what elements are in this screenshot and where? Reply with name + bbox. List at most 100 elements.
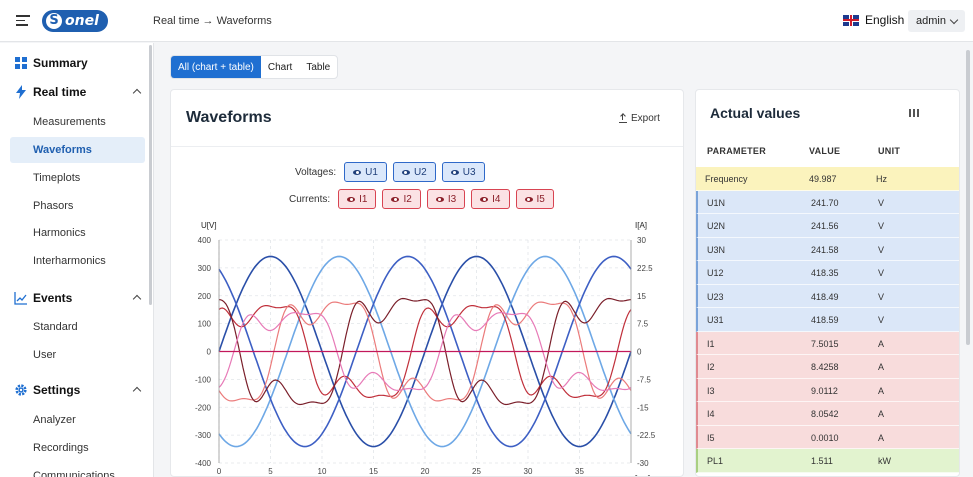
sidebar-item-standard[interactable]: Standard [10, 314, 145, 340]
table-row: U2N 241.56 V [696, 214, 959, 238]
row-value: 418.35 [811, 268, 839, 278]
logo-mark: S [46, 12, 62, 29]
table-row: Frequency 49.987 Hz [696, 167, 959, 191]
page-scrollbar[interactable] [966, 50, 970, 345]
sidebar-item-measurements[interactable]: Measurements [10, 109, 145, 135]
sidebar-group-label: Events [33, 291, 73, 305]
row-parameter: Frequency [705, 174, 748, 184]
row-value: 1.511 [811, 456, 833, 466]
row-parameter: U2N [707, 221, 726, 231]
y-right-tick-label: -30 [637, 459, 649, 468]
row-parameter: U3N [707, 244, 726, 255]
chart-line-icon [14, 292, 27, 305]
sidebar-group-real-time[interactable]: Real time [0, 79, 150, 105]
row-parameter: I4 [707, 409, 715, 419]
y-left-tick-label: -400 [195, 459, 212, 468]
sidebar-item-recordings[interactable]: Recordings [10, 435, 145, 461]
row-value: 241.56 [811, 221, 839, 231]
columns-icon[interactable] [909, 109, 919, 117]
y-left-tick-label: 300 [198, 264, 212, 273]
table-row: U1N 241.70 V [696, 190, 959, 214]
x-tick-label: 30 [524, 467, 533, 476]
row-value: 241.58 [811, 244, 839, 255]
row-unit: V [878, 221, 885, 231]
table-row: U3N 241.58 V [696, 237, 959, 261]
y-left-tick-label: -200 [195, 403, 212, 412]
header-parameter: PARAMETER [707, 146, 767, 156]
x-tick-label: 0 [217, 467, 222, 476]
table-row: I2 8.4258 A [696, 355, 959, 379]
row-unit: A [878, 409, 885, 419]
sidebar-item-interharmonics[interactable]: Interharmonics [10, 248, 145, 274]
sidebar-item-phasors[interactable]: Phasors [10, 193, 145, 219]
row-parameter: I1 [707, 338, 715, 349]
sidebar-group-events[interactable]: Events [0, 285, 150, 311]
y-right-tick-label: 22.5 [637, 264, 653, 273]
actual-values-card: Actual values PARAMETER VALUE UNIT Frequ… [695, 89, 960, 477]
row-value: 49.987 [809, 174, 837, 184]
breadcrumb: Real time → Waveforms [153, 15, 272, 27]
row-parameter: U12 [707, 268, 724, 278]
y-left-tick-label: 400 [198, 236, 212, 245]
sidebar-item-user[interactable]: User [10, 342, 145, 368]
tab-all[interactable]: All (chart + table) [171, 56, 261, 78]
sidebar: Summary Real time Measurements Waveforms… [0, 43, 154, 477]
sidebar-group-summary[interactable]: Summary [0, 50, 150, 76]
menu-icon[interactable] [16, 15, 30, 26]
x-tick-label: 5 [268, 467, 273, 476]
sidebar-group-settings[interactable]: Settings [0, 377, 150, 403]
y-left-tick-label: -300 [195, 431, 212, 440]
row-value: 9.0112 [811, 385, 838, 396]
y-left-tick-label: 0 [207, 348, 212, 357]
table-row: I1 7.5015 A [696, 331, 959, 355]
table-row: I5 0.0010 A [696, 425, 959, 449]
chevron-up-icon [132, 88, 142, 98]
row-unit: V [878, 197, 885, 208]
tab-table[interactable]: Table [299, 56, 337, 78]
tab-chart[interactable]: Chart [261, 56, 299, 78]
row-parameter: U31 [707, 315, 724, 325]
row-value: 241.70 [811, 197, 839, 208]
row-parameter: U23 [707, 291, 724, 302]
table-header: PARAMETER VALUE UNIT [696, 136, 959, 166]
x-tick-label: 25 [472, 467, 481, 476]
sidebar-item-waveforms[interactable]: Waveforms [10, 137, 145, 163]
x-tick-label: 10 [318, 467, 327, 476]
x-tick-label: 20 [421, 467, 430, 476]
row-unit: V [878, 268, 885, 278]
row-unit: V [878, 315, 885, 325]
sidebar-item-harmonics[interactable]: Harmonics [10, 220, 145, 246]
waveforms-chart[interactable]: 4003002001000-100-200-300-4003022.5157.5… [171, 90, 684, 477]
sidebar-group-label: Summary [33, 56, 88, 70]
sidebar-item-analyzer[interactable]: Analyzer [10, 407, 145, 433]
row-value: 418.49 [811, 291, 839, 302]
grid-icon [15, 57, 27, 69]
user-menu[interactable]: admin [908, 10, 965, 32]
row-value: 0.0010 [811, 432, 839, 443]
values-table: Frequency 49.987 Hz U1N 241.70 V U2N 241.56 V U3N… [696, 167, 959, 473]
y-left-tick-label: 100 [198, 320, 212, 329]
row-parameter: I2 [707, 362, 715, 372]
row-unit: A [878, 362, 885, 372]
row-value: 8.0542 [811, 409, 839, 419]
language-label: English [865, 13, 905, 27]
y-right-tick-label: 15 [637, 292, 646, 301]
row-parameter: U1N [707, 197, 726, 208]
row-unit: V [878, 291, 885, 302]
row-unit: V [878, 244, 885, 255]
sonel-logo[interactable]: S onel [42, 9, 108, 32]
row-parameter: PL1 [707, 456, 724, 466]
sidebar-item-communications[interactable]: Communications [10, 463, 145, 477]
chevron-up-icon [132, 386, 142, 396]
table-row: I4 8.0542 A [696, 402, 959, 426]
row-unit: Hz [876, 174, 887, 184]
y-right-tick-label: 0 [637, 348, 642, 357]
logo-text: onel [65, 12, 99, 29]
lightning-icon [16, 85, 26, 99]
sidebar-group-label: Settings [33, 383, 81, 397]
top-bar: S onel Real time → Waveforms English adm… [0, 0, 973, 42]
row-unit: A [878, 385, 885, 396]
language-selector[interactable]: English [843, 13, 904, 27]
sidebar-item-timeplots[interactable]: Timeplots [10, 165, 145, 191]
x-tick-label: 15 [369, 467, 378, 476]
